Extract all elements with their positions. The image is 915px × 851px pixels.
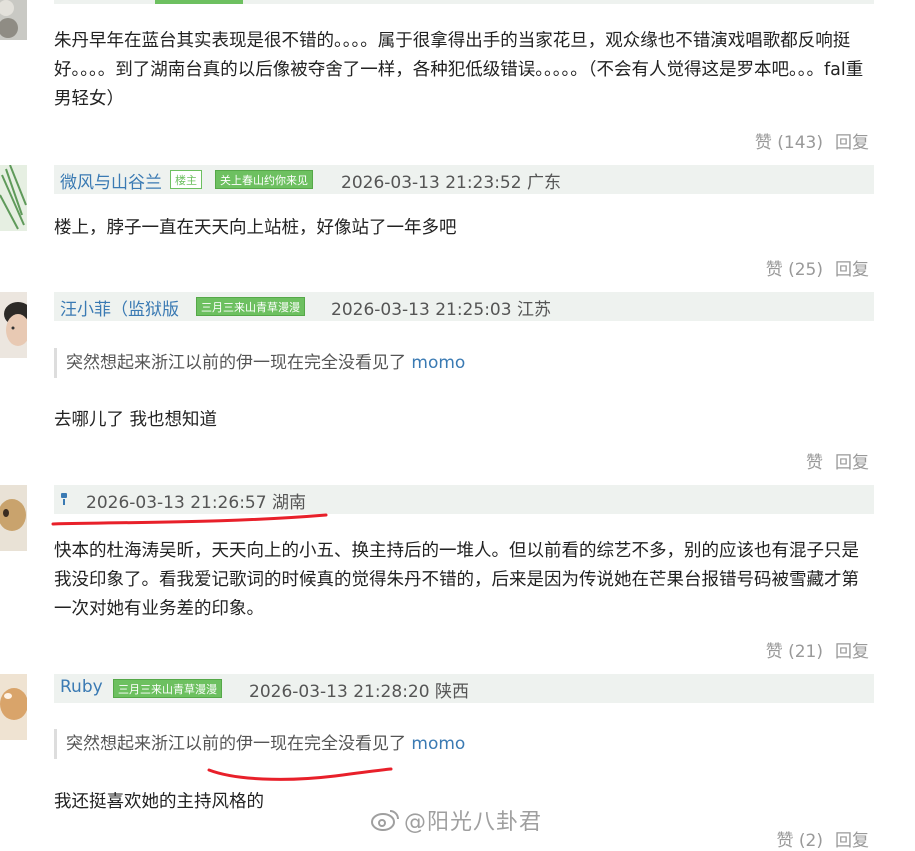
comment-actions: 赞 (25) 回复 (754, 255, 869, 280)
quote-author[interactable]: momo (411, 734, 465, 754)
avatar[interactable] (0, 0, 27, 40)
annotation-underline (207, 767, 393, 781)
username[interactable]: 汪小菲（监狱版 (60, 295, 179, 320)
comment-actions: 赞 (143) 回复 (743, 128, 869, 153)
username[interactable]: 微风与山谷兰 (60, 168, 162, 193)
reply-button[interactable]: 回复 (835, 453, 869, 473)
like-button[interactable]: 赞 (143) (755, 133, 823, 153)
comment-meta: 2026-03-13 21:23:52 广东 (341, 173, 561, 193)
comment-header: 汪小菲（监狱版 三月三来山青草漫漫 2026-03-13 21:25:03 江苏 (54, 292, 874, 321)
user-badge: 三月三来山青草漫漫 (196, 297, 305, 316)
quote-author[interactable]: momo (411, 353, 465, 373)
weibo-icon (370, 808, 400, 838)
quote-text: 突然想起来浙江以前的伊一现在完全没看见了 (66, 353, 406, 373)
user-badge: 关上春山约你来见 (215, 170, 313, 189)
watermark: @阳光八卦君 (370, 804, 542, 838)
username[interactable]: Ruby (60, 677, 103, 697)
comment-actions: 赞回复 (794, 448, 869, 473)
reply-button[interactable]: 回复 (835, 831, 869, 851)
quoted-reply: 突然想起来浙江以前的伊一现在完全没看见了 momo (54, 348, 465, 378)
comment-header: Ruby 三月三来山青草漫漫 2026-03-13 21:28:20 陕西 (54, 674, 874, 703)
comment-actions: 赞 (2) 回复 (765, 826, 869, 851)
comment-meta: 2026-03-13 21:28:20 陕西 (249, 682, 469, 702)
like-button[interactable]: 赞 (2) (777, 831, 823, 851)
avatar[interactable] (0, 165, 27, 231)
like-button[interactable]: 赞 (21) (766, 642, 823, 662)
quote-text: 突然想起来浙江以前的伊一现在完全没看见了 (66, 734, 406, 754)
reply-button[interactable]: 回复 (835, 642, 869, 662)
comment-text: 去哪儿了 我也想知道 (54, 410, 218, 430)
avatar[interactable] (0, 674, 27, 740)
comment-text: 楼上，脖子一直在天天向上站桩，好像站了一年多吧 (54, 218, 457, 238)
quoted-reply: 突然想起来浙江以前的伊一现在完全没看见了 momo (54, 729, 465, 759)
watermark-text: @阳光八卦君 (404, 810, 543, 835)
avatar[interactable] (0, 292, 27, 358)
member-icon (60, 491, 68, 507)
comment-header: 微风与山谷兰 楼主 关上春山约你来见 2026-03-13 21:23:52 广… (54, 165, 874, 194)
op-badge: 楼主 (170, 170, 202, 189)
comment-text: 快本的杜海涛吴昕，天天向上的小五、换主持后的一堆人。但以前看的综艺不多，别的应该… (54, 541, 859, 619)
reply-button[interactable]: 回复 (835, 133, 869, 153)
comment-meta: 2026-03-13 21:25:03 江苏 (331, 300, 551, 320)
reply-button[interactable]: 回复 (835, 260, 869, 280)
user-badge: 三月三来山青草漫漫 (113, 679, 222, 698)
like-button[interactable]: 赞 (806, 453, 823, 473)
like-button[interactable]: 赞 (25) (766, 260, 823, 280)
avatar[interactable] (0, 485, 27, 551)
comment-actions: 赞 (21) 回复 (754, 637, 869, 662)
annotation-underline (51, 513, 328, 526)
partial-badge (155, 0, 243, 4)
comment-text: 朱丹早年在蓝台其实表现是很不错的。。。。属于很拿得出手的当家花旦，观众缘也不错演… (54, 31, 864, 109)
